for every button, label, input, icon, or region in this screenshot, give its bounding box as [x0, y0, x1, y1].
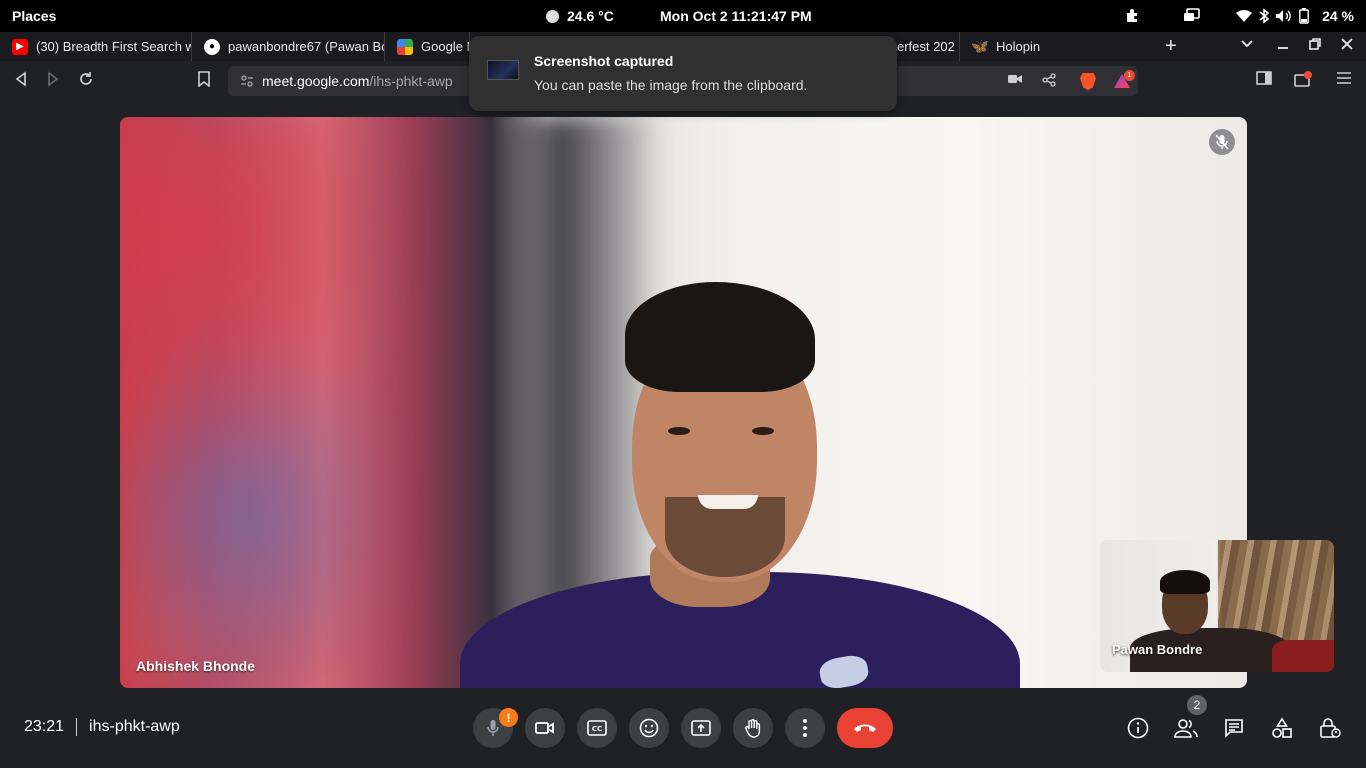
- system-top-bar: Places 24.6 °C Mon Oct 2 11:21:47 PM 24 …: [0, 0, 1366, 32]
- url-host: meet.google.com: [262, 73, 370, 89]
- activities-shapes-icon: [1271, 717, 1293, 739]
- weather-temperature: 24.6 °C: [567, 8, 614, 24]
- participant-hair: [625, 282, 815, 392]
- self-background-cloth: [1272, 640, 1334, 672]
- notification-body: You can paste the image from the clipboa…: [534, 77, 808, 93]
- self-name: Pawan Bondre: [1112, 642, 1203, 657]
- tab-title: (30) Breadth First Search w: [36, 39, 192, 54]
- emoji-icon: [639, 718, 659, 738]
- present-screen-icon: [691, 720, 711, 736]
- raise-hand-button[interactable]: [733, 708, 773, 748]
- tab-github[interactable]: ● pawanbondre67 (Pawan Bo: [192, 32, 385, 61]
- activities-button[interactable]: [1270, 716, 1294, 740]
- tab-title: erfest 202: [897, 39, 955, 54]
- github-icon: ●: [204, 38, 220, 55]
- tab-search-chevron-icon[interactable]: [1240, 37, 1254, 51]
- camera-in-use-icon[interactable]: [1008, 73, 1022, 85]
- camera-icon: [535, 721, 555, 735]
- meeting-time: 23:21: [24, 718, 65, 735]
- holopin-icon: 🦋: [971, 38, 989, 54]
- reactions-button[interactable]: [629, 708, 669, 748]
- leave-call-button[interactable]: [837, 708, 893, 748]
- notification-title: Screenshot captured: [534, 53, 674, 69]
- participant-beard: [665, 497, 785, 577]
- battery-icon[interactable]: [1294, 6, 1314, 26]
- camera-button[interactable]: [525, 708, 565, 748]
- minimize-button[interactable]: [1276, 37, 1290, 51]
- participant-eye-left: [668, 427, 690, 435]
- url-text[interactable]: meet.google.com/ihs-phkt-awp: [262, 73, 453, 89]
- self-view-tile[interactable]: Pawan Bondre: [1100, 540, 1334, 672]
- present-screen-button[interactable]: [681, 708, 721, 748]
- date-time-clock[interactable]: Mon Oct 2 11:21:47 PM: [660, 8, 812, 24]
- microphone-icon: [486, 719, 500, 737]
- host-controls-button[interactable]: [1318, 716, 1342, 740]
- hang-up-icon: [853, 722, 877, 734]
- wallet-icon[interactable]: [1294, 71, 1312, 87]
- svg-text:CC: CC: [592, 725, 602, 733]
- meeting-control-bar: 23:21 ihs-phkt-awp ! CC 2: [0, 695, 1366, 768]
- chat-icon: [1224, 718, 1244, 738]
- tab-hacktoberfest[interactable]: erfest 202: [897, 32, 960, 61]
- main-menu-icon[interactable]: [1336, 71, 1352, 85]
- battery-percentage: 24 %: [1322, 8, 1354, 24]
- more-options-button[interactable]: [785, 708, 825, 748]
- moon-icon: [546, 9, 559, 23]
- share-icon[interactable]: [1042, 73, 1056, 87]
- reload-button[interactable]: [78, 71, 94, 87]
- weather-indicator[interactable]: 24.6 °C: [546, 8, 614, 24]
- site-settings-icon[interactable]: [240, 74, 254, 88]
- captions-button[interactable]: CC: [577, 708, 617, 748]
- sidebar-toggle-icon[interactable]: [1256, 71, 1272, 85]
- mic-warning-badge[interactable]: !: [499, 708, 518, 727]
- divider: [76, 718, 78, 736]
- people-icon: [1174, 718, 1198, 738]
- participant-eye-right: [752, 427, 774, 435]
- self-hair: [1160, 570, 1210, 594]
- youtube-icon: ▶: [12, 38, 28, 55]
- more-vert-icon: [803, 719, 807, 737]
- tab-title: pawanbondre67 (Pawan Bo: [228, 39, 385, 54]
- tab-google-meet[interactable]: Google M: [385, 32, 470, 61]
- close-window-button[interactable]: [1340, 37, 1354, 51]
- back-button[interactable]: [14, 71, 28, 87]
- screen-share-icon[interactable]: [1182, 6, 1202, 26]
- participant-name: Abhishek Bhonde: [136, 658, 256, 674]
- system-tray[interactable]: 24 %: [1122, 6, 1354, 26]
- mic-off-icon: [1209, 129, 1235, 155]
- places-menu[interactable]: Places: [12, 8, 56, 24]
- tab-title: Google M: [421, 39, 469, 54]
- forward-button[interactable]: [46, 71, 60, 87]
- lock-person-icon: [1319, 717, 1341, 739]
- main-participant-video[interactable]: Abhishek Bhonde: [120, 117, 1247, 688]
- wifi-icon[interactable]: [1234, 6, 1254, 26]
- hand-icon: [744, 718, 762, 738]
- meeting-code: ihs-phkt-awp: [89, 718, 180, 735]
- meeting-details-button[interactable]: [1126, 716, 1150, 740]
- url-path: /ihs-phkt-awp: [369, 73, 453, 89]
- extensions-puzzle-icon[interactable]: [1122, 6, 1142, 26]
- participant-smile: [698, 495, 758, 509]
- tab-holopin[interactable]: 🦋 Holopin: [960, 32, 1150, 61]
- closed-captions-icon: CC: [587, 720, 607, 736]
- chat-button[interactable]: [1222, 716, 1246, 740]
- participant-count-badge: 2: [1187, 695, 1207, 715]
- screenshot-notification[interactable]: Screenshot captured You can paste the im…: [469, 36, 897, 111]
- volume-icon[interactable]: [1274, 6, 1294, 26]
- new-tab-button[interactable]: +: [1165, 35, 1177, 58]
- info-icon: [1127, 717, 1149, 739]
- brave-shields-icon[interactable]: [1080, 73, 1096, 90]
- bookmark-icon[interactable]: [198, 71, 210, 87]
- screenshot-thumbnail: [487, 60, 519, 80]
- google-meet-icon: [397, 38, 413, 55]
- rewards-badge: 1: [1124, 70, 1135, 81]
- tab-title: Holopin: [996, 39, 1041, 54]
- people-button[interactable]: [1174, 716, 1198, 740]
- tab-youtube[interactable]: ▶ (30) Breadth First Search w: [0, 32, 192, 61]
- meeting-info: 23:21 ihs-phkt-awp: [24, 718, 180, 736]
- restore-button[interactable]: [1308, 37, 1322, 51]
- bluetooth-icon[interactable]: [1254, 6, 1274, 26]
